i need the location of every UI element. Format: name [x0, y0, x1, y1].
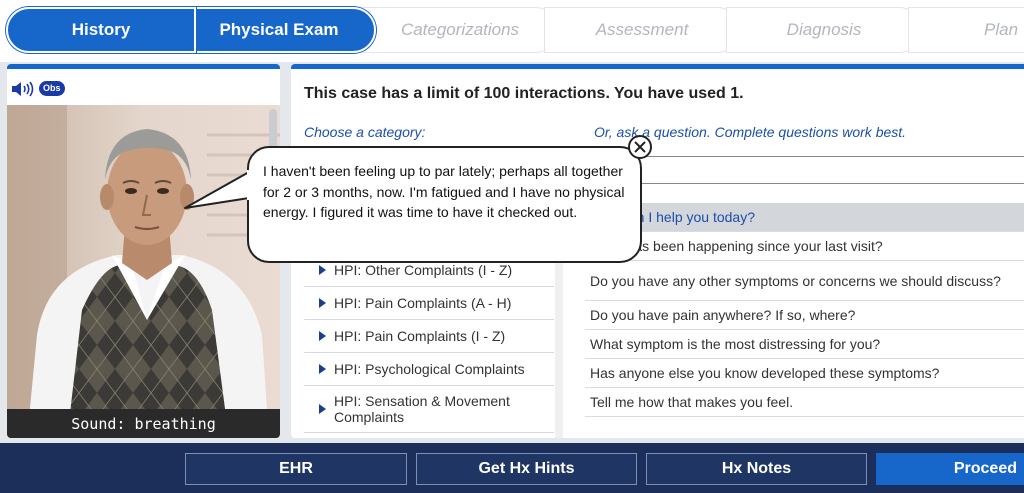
question-item[interactable]: Has anyone else you know developed these… [585, 359, 1024, 388]
category-label: HPI: Pain Complaints (I - Z) [334, 328, 506, 344]
hx-notes-button[interactable]: Hx Notes [646, 453, 867, 485]
question-list: How can I help you today? What has been … [585, 203, 1024, 417]
question-input[interactable] [584, 156, 1024, 184]
choose-category-label: Choose a category: [304, 124, 426, 140]
patient-panel: Obs Sound: breathing [7, 64, 280, 438]
category-item[interactable]: HPI: Pain Complaints (A - H) [304, 287, 554, 320]
category-item[interactable]: HPI: Pain Complaints (I - Z) [304, 320, 554, 353]
observation-button[interactable]: Obs [39, 81, 65, 96]
footer-bar: EHR Get Hx Hints Hx Notes Proceed [0, 443, 1024, 493]
question-item[interactable]: What has been happening since your last … [585, 232, 1024, 261]
triangle-right-icon [319, 331, 326, 341]
question-item[interactable]: Do you have any other symptoms or concer… [585, 261, 1024, 301]
tab-categorizations[interactable]: Categorizations [362, 7, 558, 53]
triangle-right-icon [319, 298, 326, 308]
category-item[interactable]: HPI: Psychological Complaints [304, 353, 554, 386]
step-tabs: Categorizations Assessment Diagnosis Pla… [0, 0, 1024, 62]
category-label: HPI: Sensation & Movement Complaints [334, 393, 510, 425]
tab-diagnosis[interactable]: Diagnosis [726, 7, 922, 53]
patient-speech-bubble: I haven't been feeling up to par lately;… [247, 146, 642, 263]
close-bubble-button[interactable] [628, 135, 652, 159]
tab-assessment[interactable]: Assessment [544, 7, 740, 53]
triangle-right-icon [319, 364, 326, 374]
question-item[interactable]: Tell me how that makes you feel. [585, 388, 1024, 417]
proceed-button[interactable]: Proceed [876, 453, 1024, 485]
close-icon [634, 141, 646, 153]
tab-physical-exam[interactable]: Physical Exam [182, 7, 376, 53]
ehr-button[interactable]: EHR [185, 453, 407, 485]
category-label: HPI: Psychological Complaints [334, 361, 525, 377]
sound-caption: Sound: breathing [7, 409, 280, 438]
interaction-limit-text: This case has a limit of 100 interaction… [304, 85, 744, 102]
question-item[interactable]: How can I help you today? [585, 203, 1024, 232]
tab-history[interactable]: History [6, 7, 196, 53]
get-hx-hints-button[interactable]: Get Hx Hints [416, 453, 637, 485]
triangle-right-icon [319, 404, 326, 414]
media-toolbar: Obs [7, 69, 280, 105]
question-item[interactable]: Do you have pain anywhere? If so, where? [585, 301, 1024, 330]
category-item[interactable]: HPI: Sensation & Movement Complaints [304, 386, 554, 433]
triangle-right-icon [319, 265, 326, 275]
question-item[interactable]: What symptom is the most distressing for… [585, 330, 1024, 359]
speaker-icon[interactable] [11, 81, 37, 97]
tab-plan[interactable]: Plan [908, 7, 1024, 53]
category-label: HPI: Other Complaints (I - Z) [334, 262, 513, 278]
category-list: HPI: Other Complaints (I - Z) HPI: Pain … [304, 254, 554, 433]
category-label: HPI: Pain Complaints (A - H) [334, 295, 512, 311]
speech-bubble-tail [184, 170, 253, 209]
